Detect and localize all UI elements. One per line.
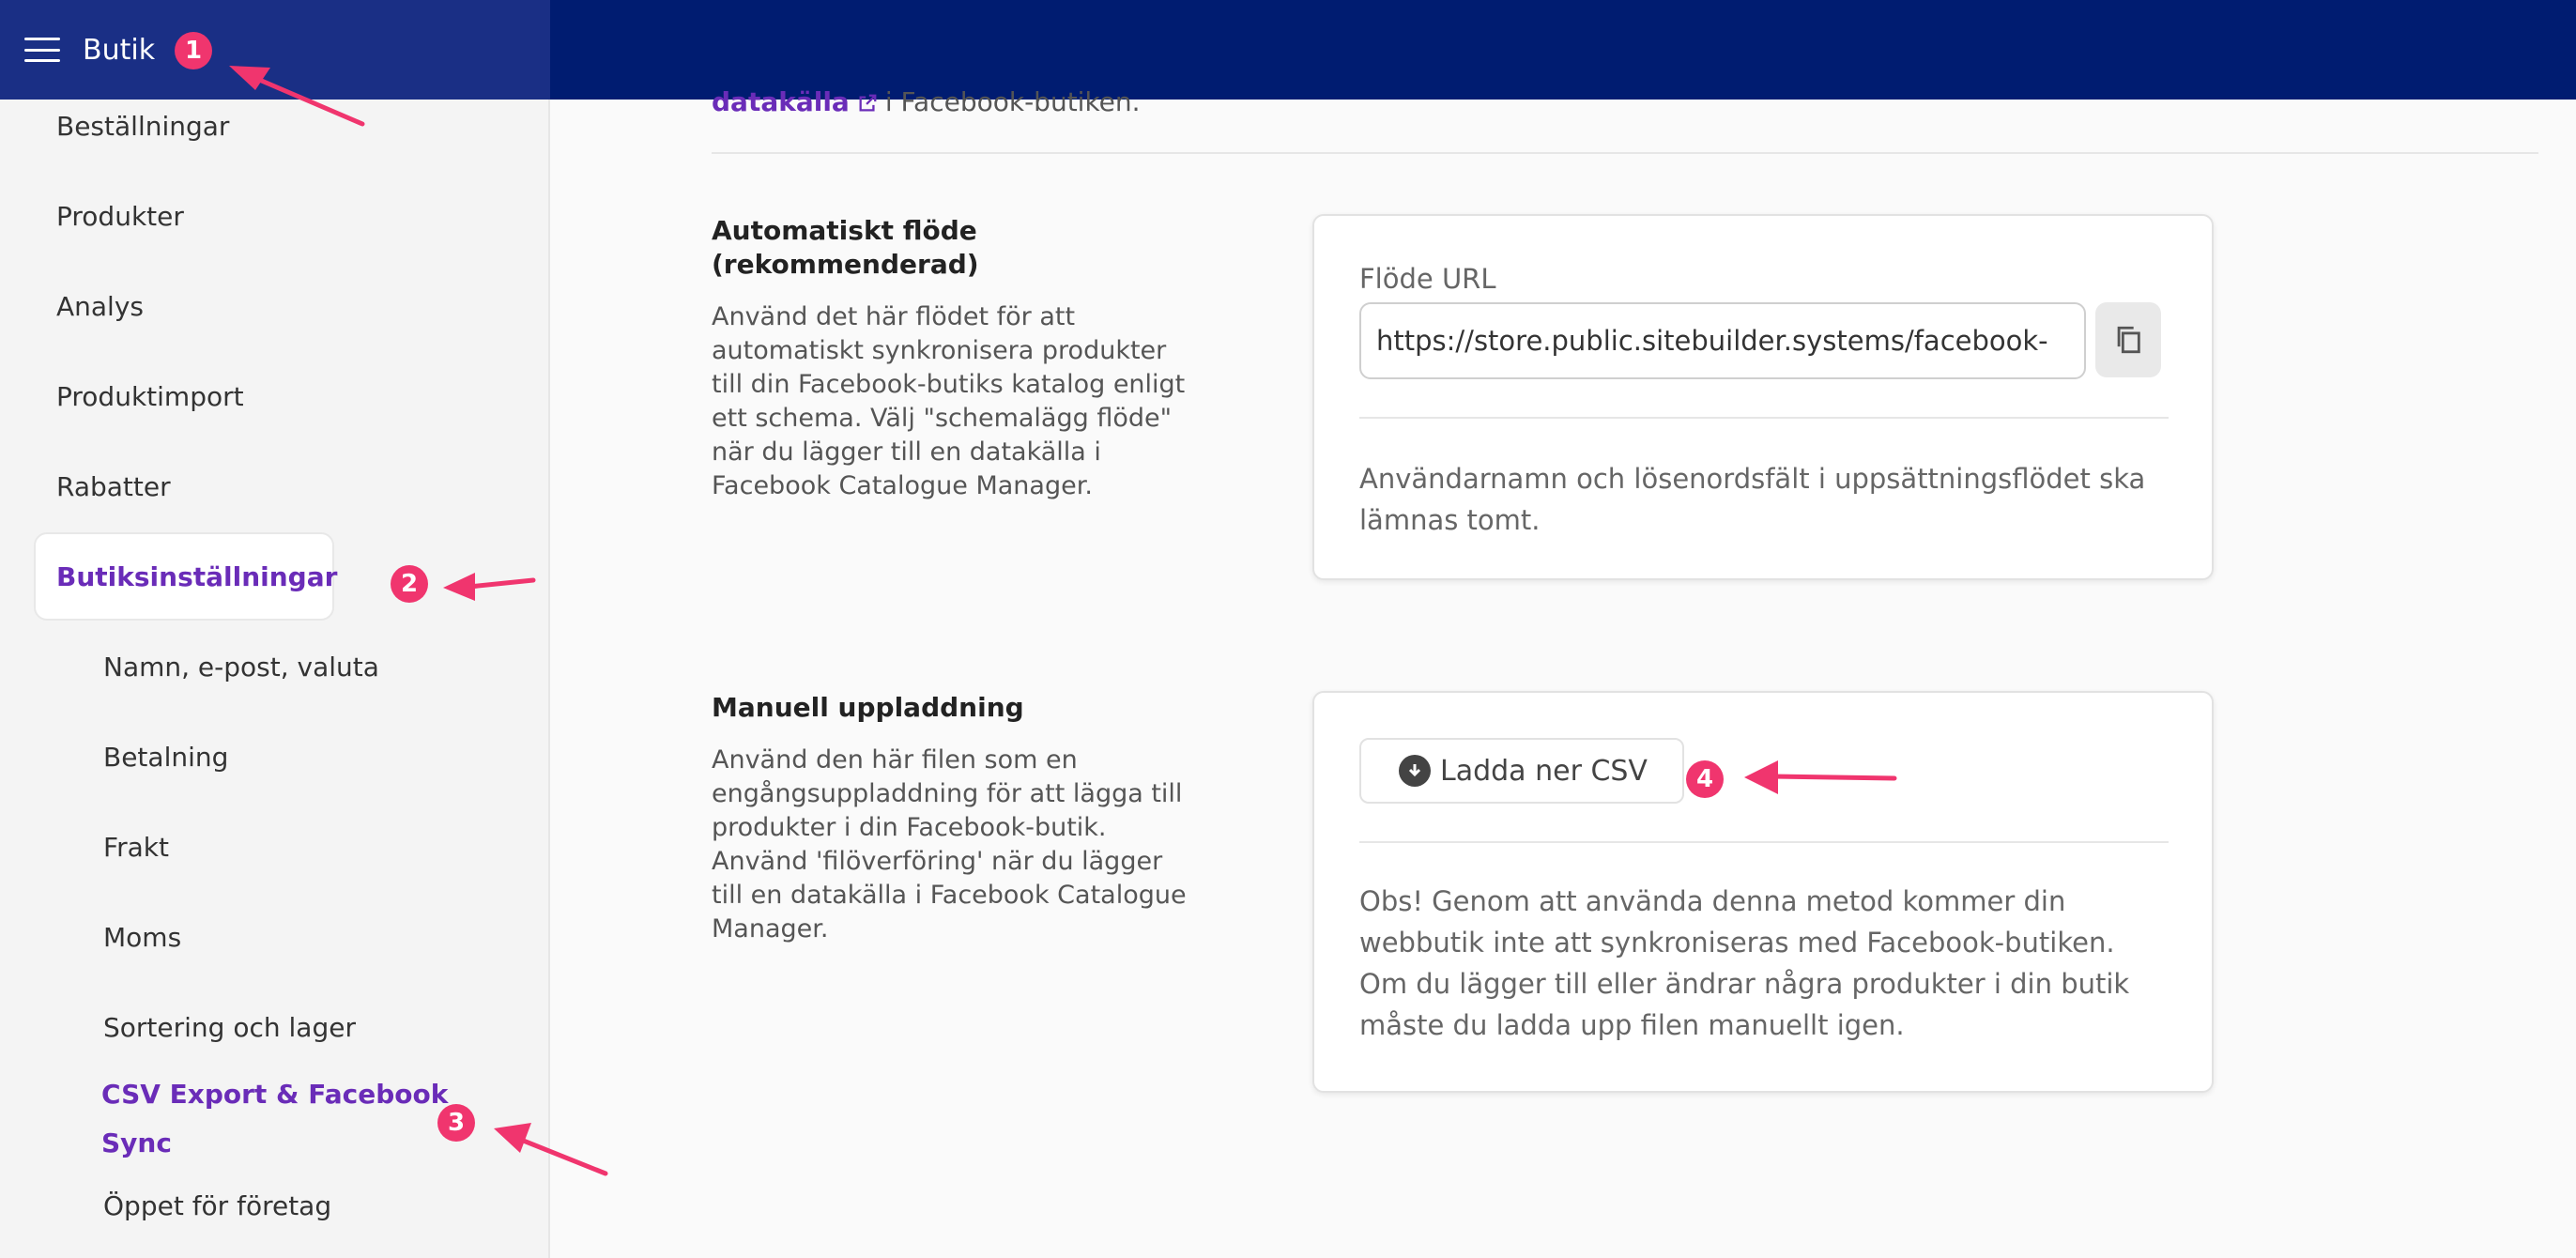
sidebar-item-store-settings[interactable]: Butiksinställningar — [34, 532, 337, 621]
card-divider — [1359, 417, 2169, 419]
sidebar: Beställningar Produkter Analys Produktim… — [0, 100, 550, 1258]
download-icon — [1399, 755, 1431, 787]
manual-upload-description: Använd den här filen som en engångsuppla… — [712, 745, 1187, 944]
card-divider — [1359, 841, 2169, 843]
data-source-link[interactable]: datakälla — [712, 86, 850, 117]
manual-upload-title: Manuell uppladdning — [712, 692, 1024, 723]
subnav-item-csv-export-facebook-sync[interactable]: CSV Export & Facebook Sync — [101, 1070, 458, 1168]
auto-feed-title: Automatiskt flöde (rekommenderad) — [712, 215, 979, 280]
copy-icon — [2117, 326, 2140, 354]
top-bar-brand: Butik — [0, 0, 550, 100]
auto-feed-note: Användarnamn och lösenordsfält i uppsätt… — [1359, 463, 2146, 536]
sidebar-item-analytics[interactable]: Analys — [56, 291, 144, 322]
sidebar-item-product-import[interactable]: Produktimport — [56, 381, 244, 412]
auto-feed-description: Använd det här flödet för att automatisk… — [712, 302, 1186, 500]
annotation-badge-1: 1 — [175, 32, 212, 69]
copy-url-button[interactable] — [2095, 302, 2161, 377]
hamburger-menu-icon[interactable] — [24, 38, 60, 62]
sidebar-item-discounts[interactable]: Rabatter — [56, 471, 171, 502]
top-bar: Butik — [0, 0, 2576, 100]
annotation-badge-2: 2 — [391, 565, 428, 603]
subnav-item-name-email-currency[interactable]: Namn, e-post, valuta — [103, 652, 379, 683]
app-title: Butik — [83, 33, 156, 67]
subnav-item-open-for-business[interactable]: Öppet för företag — [103, 1190, 331, 1221]
divider — [712, 152, 2538, 154]
subnav-item-tax[interactable]: Moms — [103, 922, 181, 953]
top-link-suffix: i Facebook-butiken. — [884, 86, 1141, 117]
subnav-item-shipping[interactable]: Frakt — [103, 832, 169, 863]
manual-upload-note: Obs! Genom att använda denna metod komme… — [1359, 885, 2130, 1041]
sidebar-item-orders[interactable]: Beställningar — [56, 111, 229, 142]
annotation-badge-3: 3 — [437, 1104, 475, 1142]
download-csv-button[interactable]: Ladda ner CSV — [1359, 738, 1684, 804]
feed-url-label: Flöde URL — [1359, 263, 1496, 295]
auto-feed-card: Flöde URL Användarnamn och lösenordsfält… — [1312, 214, 2214, 580]
annotation-badge-4: 4 — [1686, 760, 1724, 798]
subnav-item-payment[interactable]: Betalning — [103, 742, 228, 773]
sidebar-item-products[interactable]: Produkter — [56, 201, 184, 232]
feed-url-input[interactable] — [1359, 302, 2086, 379]
top-link-row: datakälla i Facebook-butiken. — [712, 86, 1141, 117]
subnav-item-sorting-stock[interactable]: Sortering och lager — [103, 1012, 356, 1043]
download-csv-label: Ladda ner CSV — [1440, 754, 1648, 788]
external-link-icon — [859, 94, 877, 112]
manual-upload-card: Ladda ner CSV Obs! Genom att använda den… — [1312, 691, 2214, 1093]
main-content: datakälla i Facebook-butiken. Automatiskt… — [552, 86, 2576, 1258]
